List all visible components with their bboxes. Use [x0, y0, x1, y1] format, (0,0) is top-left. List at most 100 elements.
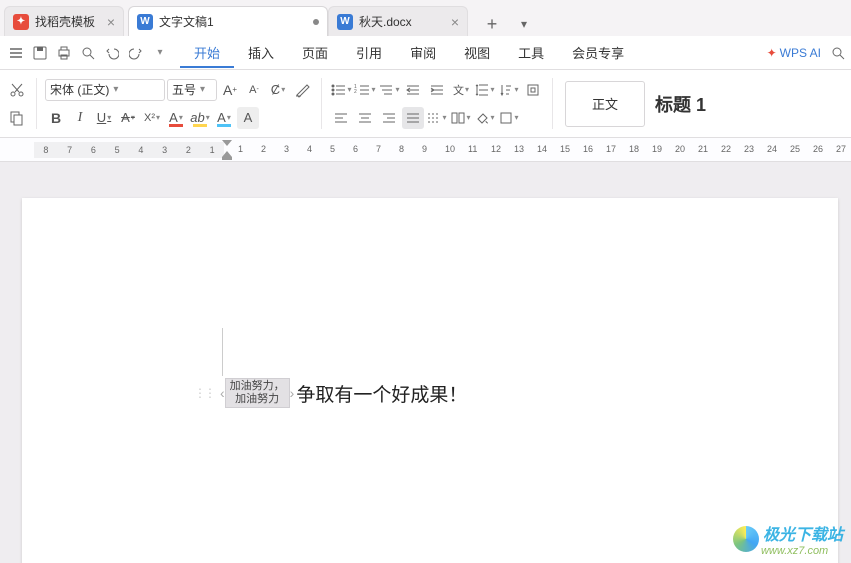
document-line: ⋮⋮ ‹ 加油努力， 加油努力 › 争取有一个好成果！ [194, 378, 467, 408]
align-justify-button[interactable] [402, 107, 424, 129]
text-direction-button[interactable]: 文▾ [450, 79, 472, 101]
redo-icon[interactable] [126, 43, 146, 63]
watermark-title: 极光下载站 [763, 521, 843, 545]
outline-list-button[interactable]: ▾ [378, 79, 400, 101]
ruler-mark: 5 [330, 144, 335, 154]
ruler-mark: 8 [399, 144, 404, 154]
borders-button[interactable]: ▾ [498, 107, 520, 129]
document-page[interactable]: ⋮⋮ ‹ 加油努力， 加油努力 › 争取有一个好成果！ [22, 198, 838, 563]
superscript-button[interactable]: X²▾ [141, 107, 163, 129]
align-right-button[interactable] [378, 107, 400, 129]
drag-handle-icon[interactable]: ⋮⋮ [194, 386, 214, 400]
document-text[interactable]: 争取有一个好成果！ [296, 380, 467, 407]
increase-indent-button[interactable] [426, 79, 448, 101]
menu-tools[interactable]: 工具 [504, 37, 558, 68]
font-group: 宋体 (正文) ▾ 五号 ▾ A+ A- Ȼ▾ B I U▾ A▾ X²▾ A▾ [39, 70, 319, 137]
tracked-line2: 加油努力 [230, 393, 285, 406]
distribute-button[interactable]: ▾ [426, 107, 448, 129]
new-tab-button[interactable]: + [480, 12, 504, 36]
search-icon[interactable] [831, 46, 845, 60]
highlight-button[interactable]: ab▾ [189, 107, 211, 129]
underline-button[interactable]: U▾ [93, 107, 115, 129]
tracked-line1: 加油努力， [230, 380, 285, 393]
tab-document[interactable]: W 秋天.docx × [328, 6, 468, 36]
menu-page[interactable]: 页面 [288, 37, 342, 68]
watermark-url: www.xz7.com [761, 545, 843, 557]
tab-templates[interactable]: ✦ 找稻壳模板 × [4, 6, 124, 36]
print-icon[interactable] [54, 43, 74, 63]
chevron-down-icon: ▾ [113, 84, 118, 95]
word-icon: W [137, 14, 153, 30]
menu-insert[interactable]: 插入 [234, 37, 288, 68]
menu-icon[interactable] [6, 43, 26, 63]
decrease-indent-button[interactable] [402, 79, 424, 101]
ruler-mark: 17 [606, 144, 616, 154]
ruler-margin-left: 87654321 [34, 142, 224, 158]
line-spacing-button[interactable]: ▾ [474, 79, 496, 101]
ruler-mark: 20 [675, 144, 685, 154]
cut-icon[interactable] [6, 79, 28, 101]
menu-bar: ▾ 开始 插入 页面 引用 审阅 视图 工具 会员专享 ✦ WPS AI [0, 36, 851, 70]
ruler-mark: 18 [629, 144, 639, 154]
close-icon[interactable]: × [107, 14, 115, 30]
font-size-select[interactable]: 五号 ▾ [167, 79, 217, 101]
italic-button[interactable]: I [69, 107, 91, 129]
fill-color-button[interactable]: ▾ [474, 107, 496, 129]
ruler-mark: 11 [468, 144, 477, 154]
strikethrough-button[interactable]: A▾ [117, 107, 139, 129]
tracked-change-box[interactable]: 加油努力， 加油努力 [225, 378, 290, 408]
ai-spark-icon: ✦ [767, 46, 777, 60]
menu-member[interactable]: 会员专享 [558, 37, 638, 68]
style-heading[interactable]: 标题 1 [655, 91, 706, 117]
show-marks-button[interactable] [522, 79, 544, 101]
word-icon: W [337, 14, 353, 30]
increase-font-button[interactable]: A+ [219, 79, 241, 101]
modified-dot-icon [313, 19, 319, 25]
bullet-list-button[interactable]: ▾ [330, 79, 352, 101]
text-effect-button[interactable]: A▾ [213, 107, 235, 129]
close-icon[interactable]: × [451, 14, 459, 30]
tab-bar: ✦ 找稻壳模板 × W 文字文稿1 W 秋天.docx × + ▾ [0, 0, 851, 36]
ruler-mark: 25 [790, 144, 800, 154]
more-qat-icon[interactable]: ▾ [150, 43, 170, 63]
copy-icon[interactable] [6, 107, 28, 129]
sort-button[interactable]: ▾ [498, 79, 520, 101]
bold-button[interactable]: B [45, 107, 67, 129]
ruler-mark: 26 [813, 144, 823, 154]
ruler-mark: 1 [238, 144, 243, 154]
style-label: 正文 [592, 94, 618, 113]
ruler-mark: 13 [514, 144, 524, 154]
ruler-body: 1234567891011121314151617181920212223242… [224, 142, 851, 158]
shading-button[interactable]: A [237, 107, 259, 129]
tab-document-active[interactable]: W 文字文稿1 [128, 6, 328, 36]
ruler-mark: 27 [836, 144, 846, 154]
menu-right: ✦ WPS AI [767, 46, 845, 60]
clear-format-button[interactable] [291, 79, 313, 101]
styles-group: 正文 标题 1 [555, 70, 712, 137]
next-change-icon[interactable]: › [290, 385, 295, 401]
align-left-button[interactable] [330, 107, 352, 129]
ruler-mark: 23 [744, 144, 754, 154]
menu-references[interactable]: 引用 [342, 37, 396, 68]
wps-ai-button[interactable]: ✦ WPS AI [767, 46, 821, 60]
undo-icon[interactable] [102, 43, 122, 63]
menu-view[interactable]: 视图 [450, 37, 504, 68]
font-name-select[interactable]: 宋体 (正文) ▾ [45, 79, 165, 101]
decrease-font-button[interactable]: A- [243, 79, 265, 101]
menu-home[interactable]: 开始 [180, 37, 234, 68]
preview-icon[interactable] [78, 43, 98, 63]
watermark: 极光下载站 www.xz7.com [733, 521, 843, 557]
save-icon[interactable] [30, 43, 50, 63]
ai-label: WPS AI [780, 46, 821, 60]
font-color-button[interactable]: A▾ [165, 107, 187, 129]
columns-button[interactable]: ▾ [450, 107, 472, 129]
align-center-button[interactable] [354, 107, 376, 129]
text-cursor-icon [222, 328, 223, 376]
ruler-mark: 9 [422, 144, 427, 154]
number-list-button[interactable]: 12▾ [354, 79, 376, 101]
menu-review[interactable]: 审阅 [396, 37, 450, 68]
style-normal[interactable]: 正文 [565, 81, 645, 127]
ruler[interactable]: 87654321 1234567891011121314151617181920… [0, 138, 851, 162]
change-case-button[interactable]: Ȼ▾ [267, 79, 289, 101]
tab-list-button[interactable]: ▾ [512, 12, 536, 36]
